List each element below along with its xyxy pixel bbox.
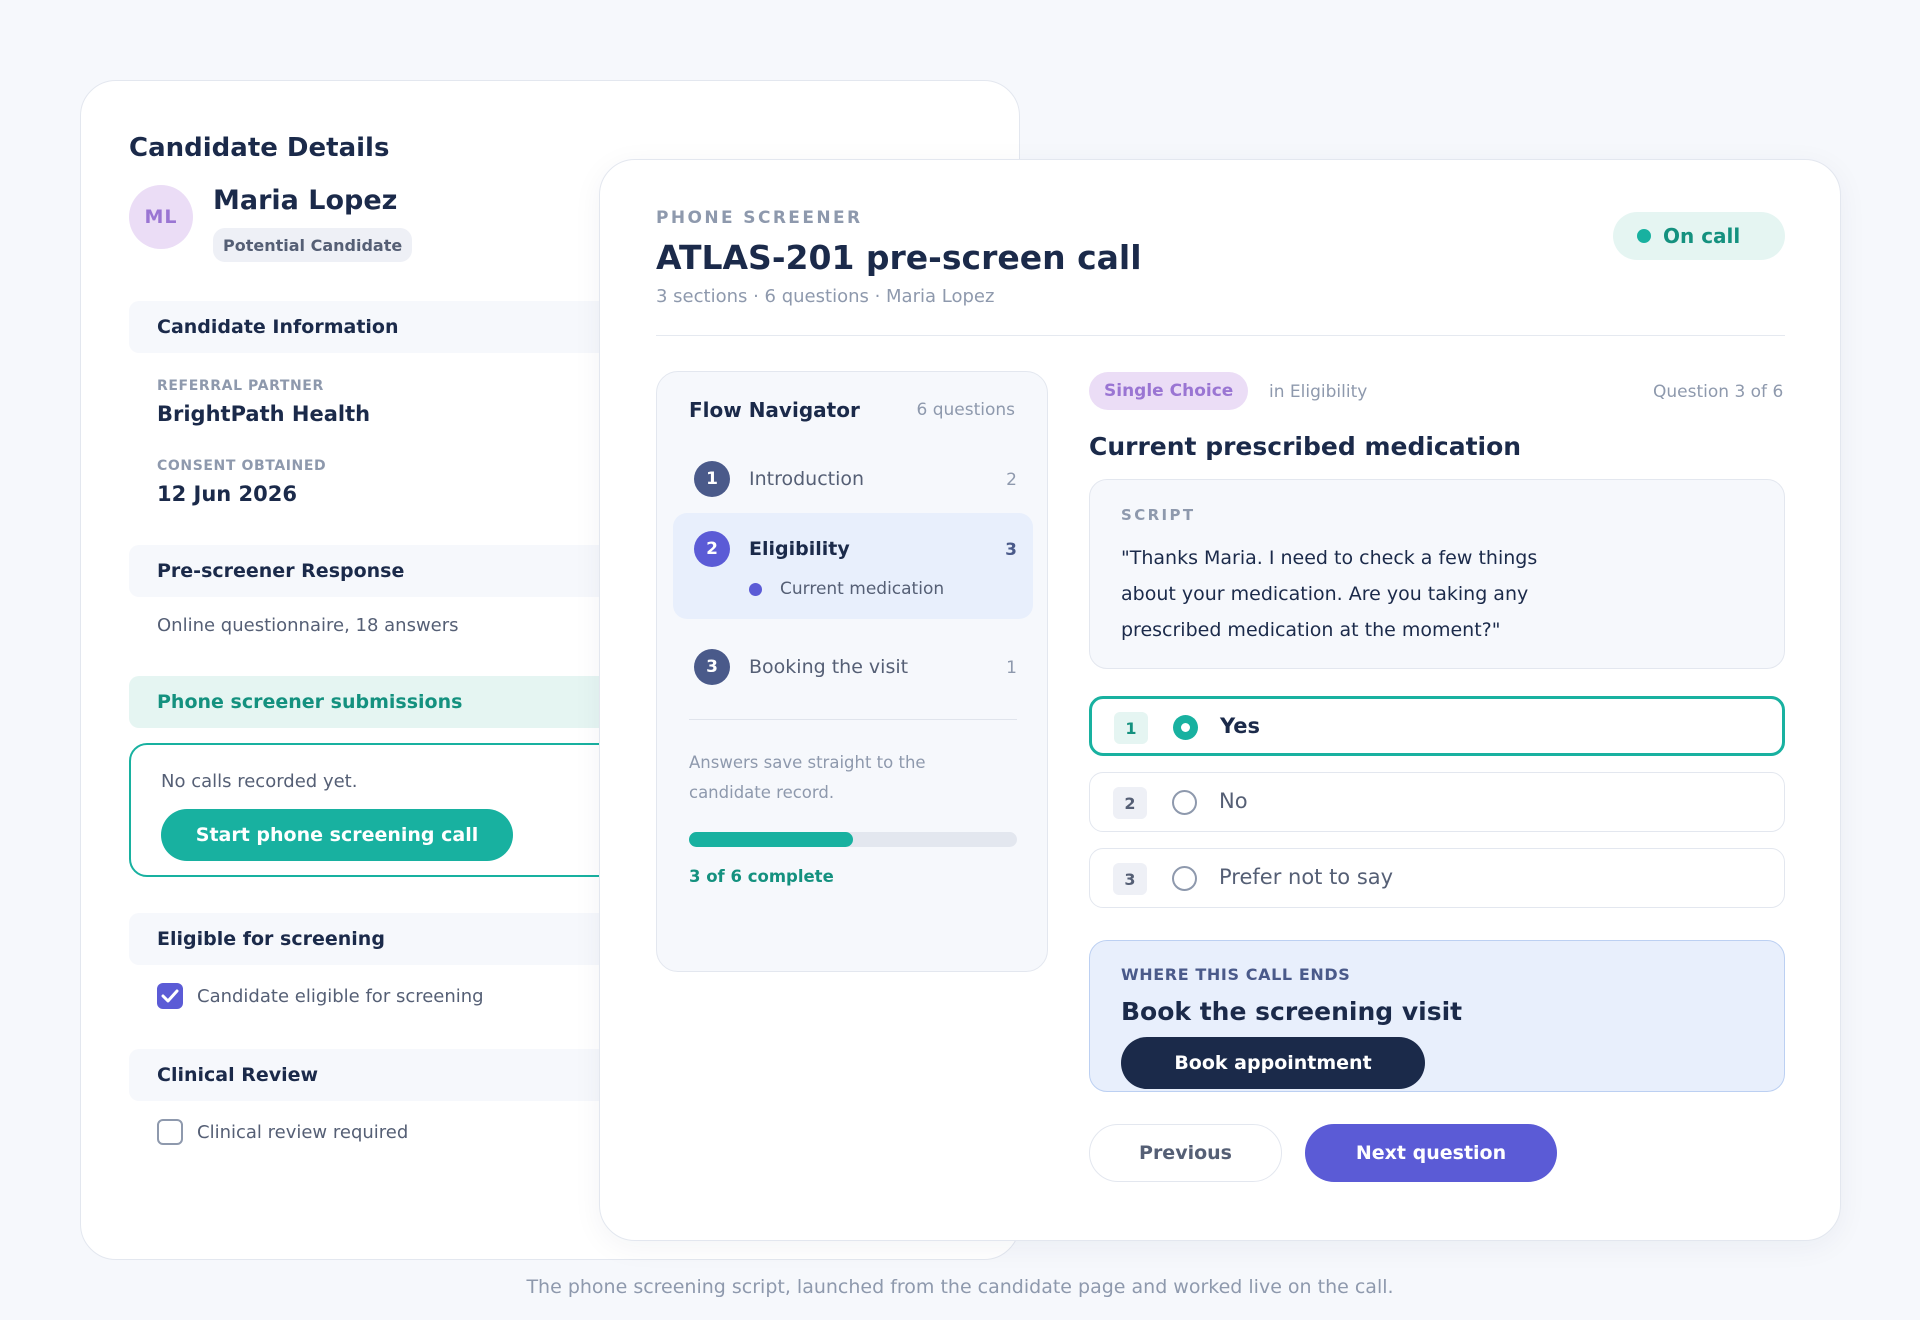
flow-navigator: Flow Navigator 6 questions 1 Introductio…	[656, 371, 1048, 972]
nav-section-label: Introduction	[749, 468, 865, 490]
navigator-divider	[689, 719, 1017, 720]
nav-section-label: Eligibility	[749, 538, 850, 560]
checkmark-icon	[161, 989, 179, 1003]
start-phone-screening-call-button[interactable]: Start phone screening call	[161, 809, 513, 861]
nav-section-number: 2	[694, 531, 730, 567]
option-label: Yes	[1220, 714, 1261, 738]
eligible-checkbox[interactable]	[157, 983, 183, 1009]
current-question-dot-icon	[749, 582, 762, 596]
status-badge: Potential Candidate	[213, 228, 413, 262]
header-divider	[656, 335, 1785, 336]
on-call-status-badge: On call	[1613, 212, 1785, 260]
nav-section-label: Booking the visit	[749, 656, 909, 678]
nav-current-question-label: Current medication	[780, 579, 945, 599]
question-section-label: in Eligibility	[1269, 382, 1368, 402]
script-text: "Thanks Maria. I need to check a few thi…	[1121, 547, 1538, 641]
field-label-referral-partner: REFERRAL PARTNER	[157, 378, 324, 394]
pre-screener-summary: Online questionnaire, 18 answers	[157, 615, 459, 636]
nav-section-question-count: 1	[1006, 658, 1017, 678]
radio-unselected-icon[interactable]	[1172, 866, 1197, 891]
field-label-consent-obtained: CONSENT OBTAINED	[157, 458, 327, 474]
eligible-checkbox-label: Candidate eligible for screening	[197, 985, 484, 1007]
radio-unselected-icon[interactable]	[1172, 790, 1197, 815]
question-title: Current prescribed medication	[1089, 432, 1522, 461]
option-label: No	[1219, 789, 1248, 813]
book-appointment-button[interactable]: Book appointment	[1121, 1037, 1425, 1089]
question-progress-label: Question 3 of 6	[1653, 382, 1784, 402]
candidate-details-title: Candidate Details	[129, 133, 390, 163]
answer-option-no[interactable]: 2 No	[1089, 772, 1785, 832]
question-type-badge: Single Choice	[1089, 372, 1249, 410]
field-value-referral-partner: BrightPath Health	[157, 402, 371, 426]
script-label: SCRIPT	[1121, 506, 1196, 524]
next-question-button[interactable]: Next question	[1305, 1124, 1557, 1182]
nav-section-introduction[interactable]: 1 Introduction 2	[673, 450, 1033, 508]
radio-selected-icon[interactable]	[1173, 715, 1198, 740]
field-value-consent-obtained: 12 Jun 2026	[157, 482, 298, 506]
previous-button[interactable]: Previous	[1089, 1124, 1282, 1182]
option-number: 2	[1113, 787, 1147, 819]
phone-screener-modal: PHONE SCREENER ATLAS-201 pre-screen call…	[599, 159, 1841, 1241]
progress-text: 3 of 6 complete	[689, 867, 834, 886]
script-box: SCRIPT "Thanks Maria. I need to check a …	[1089, 479, 1785, 669]
nav-current-question[interactable]: Current medication	[749, 579, 944, 599]
on-call-label: On call	[1663, 224, 1741, 248]
answer-option-yes[interactable]: 1 Yes	[1089, 696, 1785, 756]
nav-section-number: 1	[694, 461, 730, 497]
flow-navigator-count: 6 questions	[916, 400, 1015, 420]
modal-subtitle: 3 sections · 6 questions · Maria Lopez	[656, 286, 995, 307]
option-number: 3	[1113, 863, 1147, 895]
clinical-checkbox-label: Clinical review required	[197, 1121, 409, 1143]
status-dot-icon	[1637, 229, 1651, 243]
no-calls-text: No calls recorded yet.	[161, 771, 358, 792]
avatar: ML	[129, 185, 193, 249]
navigator-save-note: Answers save straight to the candidate r…	[689, 753, 926, 802]
progress-bar	[689, 832, 1017, 847]
call-end-label: WHERE THIS CALL ENDS	[1121, 965, 1351, 984]
answer-option-prefer-not-to-say[interactable]: 3 Prefer not to say	[1089, 848, 1785, 908]
modal-eyebrow: PHONE SCREENER	[656, 208, 863, 228]
clinical-checkbox-row[interactable]: Clinical review required	[157, 1119, 408, 1145]
nav-section-eligibility[interactable]: 2 Eligibility 3 Current medication	[673, 513, 1033, 619]
eligible-checkbox-row[interactable]: Candidate eligible for screening	[157, 983, 484, 1009]
call-end-title: Book the screening visit	[1121, 997, 1463, 1026]
call-end-box: WHERE THIS CALL ENDS Book the screening …	[1089, 940, 1785, 1092]
page-caption: The phone screening script, launched fro…	[526, 1276, 1394, 1298]
nav-section-question-count: 2	[1006, 470, 1017, 490]
nav-section-number: 3	[694, 649, 730, 685]
clinical-review-checkbox[interactable]	[157, 1119, 183, 1145]
option-label: Prefer not to say	[1219, 865, 1394, 889]
nav-section-booking-the-visit[interactable]: 3 Booking the visit 1	[673, 638, 1033, 696]
nav-section-question-count: 3	[1005, 540, 1017, 560]
option-number: 1	[1114, 712, 1148, 744]
flow-navigator-title: Flow Navigator	[689, 398, 860, 422]
progress-bar-fill	[689, 832, 853, 847]
modal-title: ATLAS-201 pre-screen call	[656, 238, 1142, 277]
candidate-name: Maria Lopez	[213, 185, 398, 216]
